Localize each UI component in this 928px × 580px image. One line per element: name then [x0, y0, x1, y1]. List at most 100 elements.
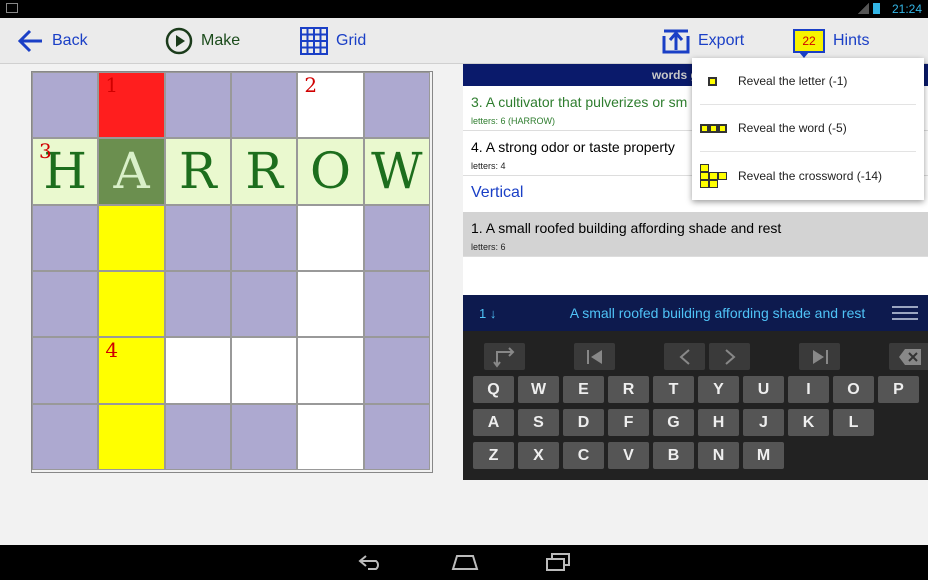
letter-key[interactable]: W: [518, 376, 559, 403]
letter-key[interactable]: Q: [473, 376, 514, 403]
grid-cell[interactable]: [98, 270, 165, 338]
export-button[interactable]: Export: [662, 26, 744, 56]
word-squares-icon: [700, 123, 738, 133]
last-letter-key[interactable]: [799, 343, 840, 370]
letter-key[interactable]: M: [743, 442, 784, 469]
grid-cell[interactable]: [297, 270, 364, 338]
letter-key[interactable]: C: [563, 442, 604, 469]
clue-meta: letters: 6: [471, 242, 506, 252]
clue-number: 3: [39, 139, 52, 164]
reveal-letter-item[interactable]: Reveal the letter (-1): [700, 58, 916, 105]
crossword-squares-icon: [700, 163, 738, 188]
grid-cell[interactable]: [230, 337, 298, 404]
letter-key[interactable]: F: [608, 409, 649, 436]
grid-cell[interactable]: [297, 337, 364, 404]
reveal-word-item[interactable]: Reveal the word (-5): [700, 105, 916, 152]
system-nav-bar: [0, 545, 928, 580]
letter-key[interactable]: N: [698, 442, 739, 469]
grid-button[interactable]: Grid: [300, 26, 366, 56]
grid-cell[interactable]: A: [98, 138, 165, 205]
cell-letter: A: [113, 142, 150, 201]
letter-key[interactable]: B: [653, 442, 694, 469]
chevron-right-icon: [724, 348, 736, 365]
nav-recent-apps-icon[interactable]: [545, 553, 571, 576]
grid-cell[interactable]: 4: [98, 337, 165, 404]
reveal-crossword-item[interactable]: Reveal the crossword (-14): [700, 152, 916, 199]
arrow-left-icon: [18, 29, 42, 53]
grid-cell[interactable]: R: [164, 138, 231, 205]
grid-cell: [32, 72, 99, 139]
battery-icon: [873, 3, 880, 14]
current-clue-bar: 1 ↓ A small roofed building affording sh…: [463, 295, 928, 331]
letter-key[interactable]: T: [653, 376, 694, 403]
grid-cell: [32, 403, 99, 470]
back-button[interactable]: Back: [18, 26, 88, 56]
grid-cell[interactable]: W: [363, 138, 430, 205]
letter-key[interactable]: H: [698, 409, 739, 436]
grid-cell[interactable]: 2: [297, 72, 364, 139]
clue-number: 4: [105, 338, 119, 363]
grid-cell[interactable]: [297, 204, 364, 271]
letter-key[interactable]: U: [743, 376, 784, 403]
clue-item-active[interactable]: 1. A small roofed building affording sha…: [463, 212, 928, 257]
list-menu-icon[interactable]: [892, 302, 928, 324]
grid-cell: [32, 204, 99, 271]
grid-cell: [32, 270, 99, 338]
current-clue-text: A small roofed building affording shade …: [569, 305, 866, 321]
crossword-grid[interactable]: 123HARROW4: [31, 71, 433, 473]
play-circle-icon: [165, 27, 193, 55]
reveal-word-label: Reveal the word (-5): [738, 121, 847, 135]
make-button[interactable]: Make: [165, 26, 240, 56]
signal-icon: [857, 3, 869, 14]
status-bar: 21:24: [0, 0, 928, 18]
toggle-direction-key[interactable]: [484, 343, 525, 370]
letter-key[interactable]: L: [833, 409, 874, 436]
letter-key[interactable]: J: [743, 409, 784, 436]
letter-key[interactable]: I: [788, 376, 829, 403]
letter-key[interactable]: K: [788, 409, 829, 436]
grid-cell: [230, 403, 298, 470]
letter-key[interactable]: G: [653, 409, 694, 436]
grid-cell[interactable]: [98, 403, 165, 470]
clue-number: 2: [304, 73, 318, 97]
export-label: Export: [698, 32, 745, 49]
backspace-key[interactable]: [889, 343, 928, 370]
nav-home-icon[interactable]: [451, 553, 479, 576]
letter-key[interactable]: P: [878, 376, 919, 403]
letter-key[interactable]: Z: [473, 442, 514, 469]
first-letter-key[interactable]: [574, 343, 615, 370]
letter-key[interactable]: A: [473, 409, 514, 436]
reveal-crossword-label: Reveal the crossword (-14): [738, 168, 883, 183]
grid-cell[interactable]: 3H: [32, 138, 99, 205]
reveal-letter-label: Reveal the letter (-1): [738, 74, 848, 88]
hints-label: Hints: [833, 32, 870, 49]
grid-cell[interactable]: O: [297, 138, 364, 205]
cell-letter: W: [371, 142, 423, 201]
hints-button[interactable]: 22 Hints: [793, 26, 870, 58]
grid-icon: [300, 27, 328, 55]
letter-key[interactable]: D: [563, 409, 604, 436]
grid-cell[interactable]: 1: [98, 72, 165, 139]
letter-key[interactable]: S: [518, 409, 559, 436]
nav-back-icon[interactable]: [358, 553, 384, 576]
skip-start-icon: [586, 349, 602, 364]
letter-key[interactable]: V: [608, 442, 649, 469]
grid-cell: [230, 72, 298, 139]
prev-letter-key[interactable]: [664, 343, 705, 370]
next-letter-key[interactable]: [709, 343, 750, 370]
letter-key[interactable]: R: [608, 376, 649, 403]
status-time: 21:24: [891, 2, 922, 16]
letter-key[interactable]: X: [518, 442, 559, 469]
letter-key[interactable]: E: [563, 376, 604, 403]
grid-cell[interactable]: [297, 403, 364, 470]
grid-cell: [230, 270, 298, 338]
letter-key[interactable]: Y: [698, 376, 739, 403]
grid-cell: [363, 72, 430, 139]
grid-cell[interactable]: [98, 204, 165, 271]
grid-cell: [164, 204, 231, 271]
current-clue-index: 1 ↓: [479, 305, 497, 321]
letter-key[interactable]: O: [833, 376, 874, 403]
make-label: Make: [201, 32, 241, 49]
grid-cell[interactable]: R: [230, 138, 298, 205]
grid-cell[interactable]: [164, 337, 231, 404]
